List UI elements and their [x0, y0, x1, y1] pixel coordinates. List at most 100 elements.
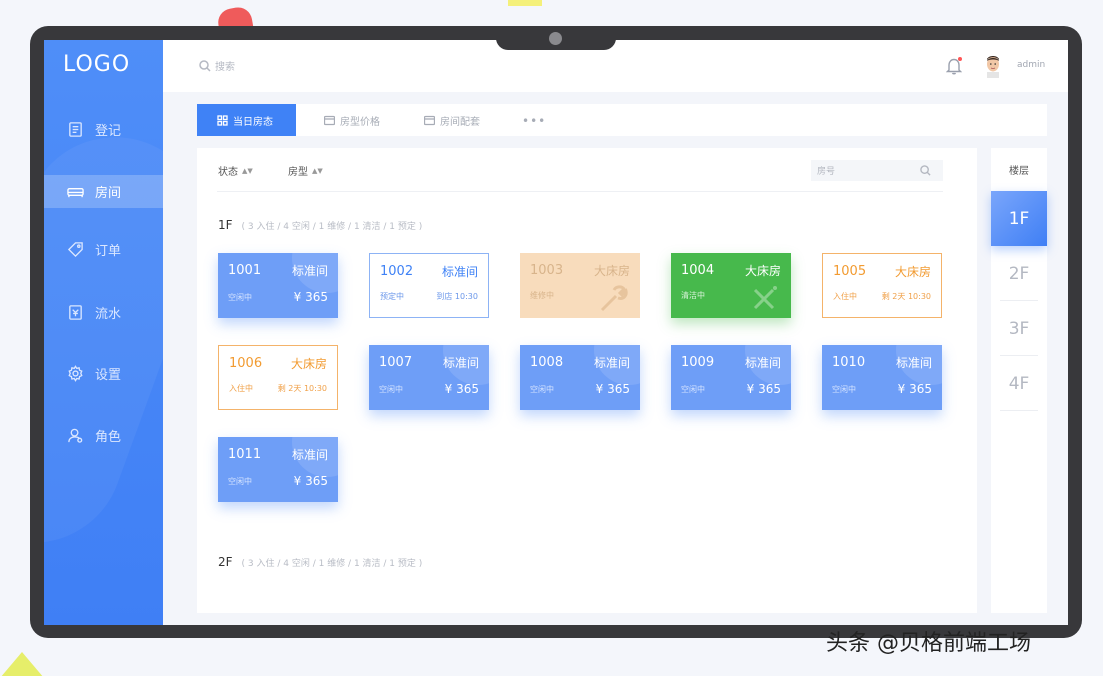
floor-title: 1F — [218, 218, 233, 232]
room-status: 空闲中 — [228, 476, 252, 486]
sidebar-item-roles[interactable]: 角色 — [44, 419, 163, 452]
floor-summary: ( 3 入住 / 4 空闲 / 1 维修 / 1 清洁 / 1 预定 ) — [241, 559, 423, 569]
room-info: ¥ 365 — [444, 382, 479, 396]
room-type: 标准间 — [593, 356, 630, 370]
room-type: 标准间 — [291, 448, 328, 462]
room-status: 入住中 — [833, 292, 857, 301]
decorative-triangle-yellow — [0, 652, 44, 676]
search-placeholder: 搜索 — [215, 62, 235, 73]
room-card-1008[interactable]: 1008 标准间空闲中 ¥ 365 — [520, 345, 640, 410]
room-card-1004[interactable]: 1004 大床房清洁中 — [671, 253, 791, 318]
room-number: 1003 — [530, 263, 564, 278]
room-number: 1008 — [530, 355, 564, 370]
room-info: ¥ 365 — [293, 290, 328, 304]
room-info: 剩 2天 10:30 — [881, 292, 931, 301]
floor-selector: 楼层 1F 2F 3F 4F — [991, 148, 1047, 613]
room-type: 大床房 — [744, 264, 781, 278]
tab-bar: 当日房态 房型价格 房间配套 ••• — [197, 104, 1047, 136]
sidebar-item-register[interactable]: 登记 — [44, 113, 163, 146]
room-card-1005[interactable]: 1005 大床房 入住中 剩 2天 10:30 — [822, 253, 942, 318]
room-card-1010[interactable]: 1010 标准间 空闲中 ¥ 365 — [822, 345, 942, 410]
room-number-search[interactable]: 房号 — [811, 160, 943, 181]
floor-button-2f[interactable]: 2F — [991, 246, 1047, 301]
room-card-1009[interactable]: 1009 标准间 空闲中 ¥ 365 — [671, 345, 791, 410]
sidebar-item-settings[interactable]: 设置 — [44, 357, 163, 390]
tab-label: 房间配套 — [440, 116, 480, 128]
watermark: 头条 @贝格前端工场 — [826, 631, 1031, 656]
tab-room-facilities[interactable]: 房间配套 — [424, 104, 480, 136]
tab-daily-room-status[interactable]: 当日房态 — [197, 104, 296, 136]
room-card-1007[interactable]: 1007 标准间 空闲中 ¥ 365 — [369, 345, 489, 410]
sort-icon: ▲▼ — [242, 166, 253, 175]
room-type: 标准间 — [441, 265, 478, 279]
room-number: 1006 — [229, 356, 263, 371]
room-type: 标准间 — [895, 356, 932, 370]
room-status: 空闲中 — [832, 384, 856, 394]
room-card-1001[interactable]: 1001 标准间 空闲中 ¥ 365 — [218, 253, 338, 318]
room-info: ¥ 365 — [293, 474, 328, 488]
room-type-filter[interactable]: 房型 ▲▼ — [288, 163, 323, 179]
room-status: 预定中 — [380, 292, 404, 301]
floor-section-2f: 2F ( 3 入住 / 4 空闲 / 1 维修 / 1 清洁 / 1 预定 ) — [218, 555, 422, 569]
room-status: 入住中 — [229, 384, 253, 393]
room-type: 大床房 — [290, 357, 327, 371]
room-card-1011[interactable]: 1011 标准间空闲中 ¥ 365 — [218, 437, 338, 502]
floor-selector-title: 楼层 — [1009, 166, 1029, 177]
room-info: ¥ 365 — [595, 382, 630, 396]
sidebar-item-label: 订单 — [95, 244, 122, 259]
room-number: 1002 — [380, 264, 414, 279]
room-number: 1010 — [832, 355, 866, 370]
camera-icon — [549, 32, 562, 45]
sidebar-item-label: 角色 — [95, 430, 122, 445]
room-card-1006[interactable]: 1006 大床房 入住中 剩 2天 10:30 — [218, 345, 338, 410]
more-icon[interactable]: ••• — [522, 114, 546, 128]
sidebar-item-label: 流水 — [95, 307, 122, 322]
search-icon — [199, 59, 211, 72]
floor-summary: ( 3 入住 / 4 空闲 / 1 维修 / 1 清洁 / 1 预定 ) — [241, 222, 423, 232]
floor-title: 2F — [218, 555, 233, 569]
notification-button[interactable] — [945, 57, 963, 75]
tab-room-type-price[interactable]: 房型价格 — [324, 104, 380, 136]
global-search[interactable]: 搜索 — [199, 58, 235, 73]
sidebar-item-rooms[interactable]: 房间 — [44, 175, 163, 208]
room-info: 到店 10:30 — [436, 292, 478, 301]
sidebar-item-orders[interactable]: 订单 — [44, 233, 163, 266]
gear-icon — [66, 365, 84, 383]
status-filter[interactable]: 状态 ▲▼ — [218, 163, 253, 179]
notification-dot — [958, 57, 962, 61]
sort-icon: ▲▼ — [312, 166, 323, 175]
room-number: 1011 — [228, 447, 262, 462]
top-header: 搜索 admin — [163, 40, 1068, 92]
room-status: 清洁中 — [681, 291, 705, 300]
sidebar-item-transactions[interactable]: 流水 — [44, 296, 163, 329]
grid-icon — [217, 114, 228, 126]
floor-button-4f[interactable]: 4F — [991, 356, 1047, 411]
tab-label: 当日房态 — [233, 116, 273, 128]
status-filter-label: 状态 — [218, 167, 238, 178]
user-name[interactable]: admin — [1017, 60, 1045, 70]
room-card-1002[interactable]: 1002 标准间预定中 到店 10:30 — [369, 253, 489, 318]
room-search-placeholder: 房号 — [817, 167, 836, 177]
room-card-1003[interactable]: 1003 大床房 维修中 — [520, 253, 640, 318]
room-type: 标准间 — [744, 356, 781, 370]
bed-icon — [66, 183, 84, 201]
room-type: 大床房 — [593, 264, 630, 278]
room-info: ¥ 365 — [746, 382, 781, 396]
room-status: 空闲中 — [228, 292, 252, 302]
divider — [1000, 410, 1038, 411]
room-number: 1004 — [681, 263, 715, 278]
floor-button-1f[interactable]: 1F — [991, 191, 1047, 246]
sidebar-item-label: 设置 — [95, 368, 122, 383]
device-notch — [496, 26, 616, 50]
room-type: 标准间 — [442, 356, 479, 370]
tag-icon — [66, 241, 84, 259]
tab-label: 房型价格 — [340, 116, 380, 128]
room-status: 空闲中 — [530, 384, 554, 394]
avatar[interactable] — [984, 54, 1002, 78]
user-icon — [66, 427, 84, 445]
floor-button-3f[interactable]: 3F — [991, 301, 1047, 356]
sidebar-item-label: 房间 — [95, 186, 122, 201]
register-icon — [66, 121, 84, 139]
room-status: 空闲中 — [379, 384, 403, 394]
decorative-shape-yellow — [508, 0, 542, 6]
